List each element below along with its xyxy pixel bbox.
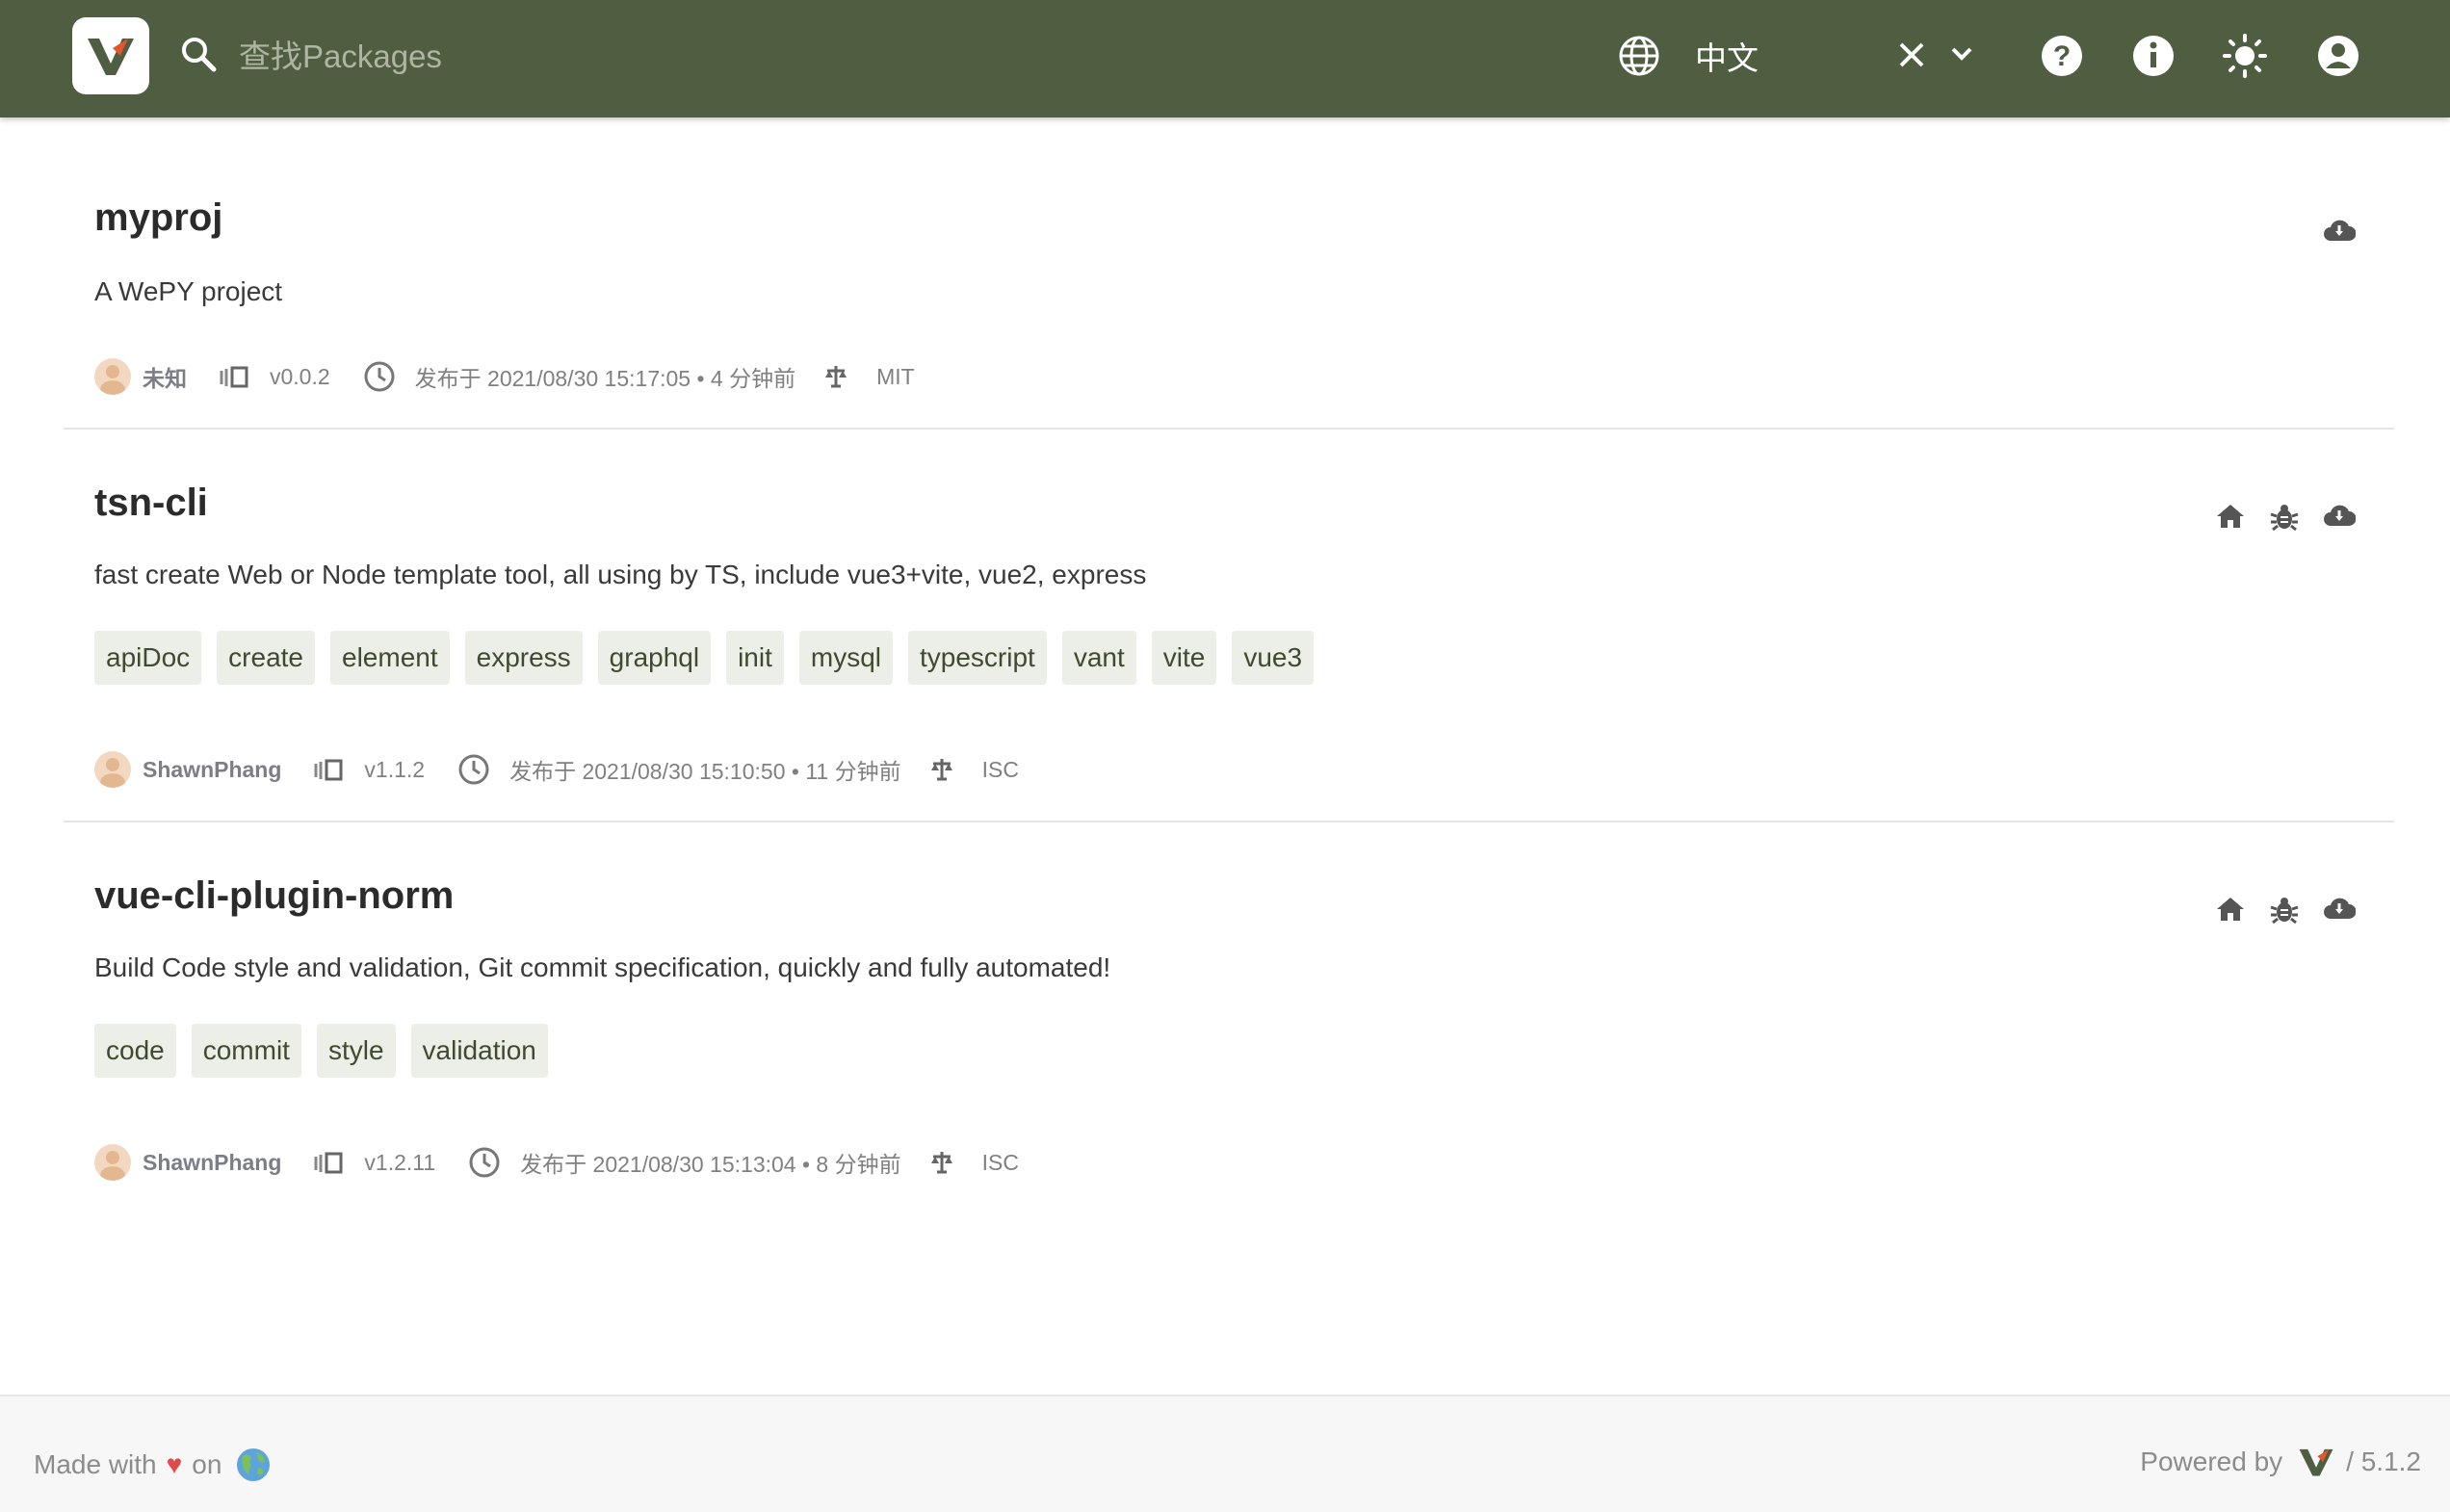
- keyword-tag[interactable]: create: [217, 631, 315, 685]
- svg-text:?: ?: [2053, 40, 2071, 72]
- package-description: fast create Web or Node template tool, a…: [94, 560, 1147, 589]
- download-icon[interactable]: [2323, 218, 2357, 248]
- logo[interactable]: [72, 17, 149, 94]
- license-icon: [824, 364, 847, 389]
- keyword-tag[interactable]: style: [316, 1024, 396, 1078]
- home-icon[interactable]: [2215, 896, 2246, 929]
- package-card[interactable]: myproj A WePY project 未知 v0.0.2 发布于 2021…: [64, 117, 2394, 430]
- package-version: v0.0.2: [270, 363, 330, 389]
- keyword-list: apiDoc create element express graphql in…: [94, 631, 1315, 685]
- clock-icon: [363, 360, 396, 393]
- keyword-tag[interactable]: apiDoc: [94, 631, 202, 685]
- keyword-tag[interactable]: vite: [1151, 631, 1217, 685]
- heart-icon: ♥: [166, 1449, 183, 1479]
- publish-time: 发布于 2021/08/30 15:13:04 • 8 分钟前: [520, 1152, 901, 1177]
- package-card[interactable]: tsn-cli fast create Web or Node template…: [64, 428, 2394, 822]
- keyword-tag[interactable]: vue3: [1232, 631, 1315, 685]
- license-icon: [930, 757, 953, 782]
- package-license: MIT: [876, 363, 915, 389]
- avatar: [94, 358, 131, 395]
- author-name[interactable]: 未知: [143, 360, 187, 393]
- package-actions: [2323, 218, 2357, 248]
- on-text: on: [192, 1449, 222, 1479]
- keyword-tag[interactable]: typescript: [908, 631, 1047, 685]
- keyword-tag[interactable]: commit: [191, 1024, 301, 1078]
- version-icon: [312, 758, 345, 781]
- keyword-tag[interactable]: mysql: [798, 631, 893, 685]
- chevron-down-icon[interactable]: [1949, 44, 1974, 68]
- avatar: [94, 1144, 131, 1181]
- package-license: ISC: [981, 756, 1019, 782]
- footer: Made with ♥ on Powered by / 5.1.2: [0, 1395, 2450, 1512]
- package-name[interactable]: myproj: [94, 196, 222, 240]
- help-icon[interactable]: ?: [2040, 34, 2084, 83]
- package-card[interactable]: vue-cli-plugin-norm Build Code style and…: [64, 821, 2394, 1225]
- home-icon[interactable]: [2215, 503, 2246, 536]
- footer-powered: Powered by / 5.1.2: [2140, 1447, 2421, 1477]
- publish-time: 发布于 2021/08/30 15:10:50 • 11 分钟前: [509, 759, 901, 784]
- download-icon[interactable]: [2323, 503, 2357, 536]
- close-icon[interactable]: [1897, 40, 1926, 74]
- package-meta: ShawnPhang v1.2.11 发布于 2021/08/30 15:13:…: [94, 1144, 1019, 1181]
- package-meta: ShawnPhang v1.1.2 发布于 2021/08/30 15:10:5…: [94, 751, 1019, 788]
- author-name[interactable]: ShawnPhang: [143, 757, 281, 783]
- powered-by-text: Powered by: [2140, 1447, 2283, 1476]
- author-name[interactable]: ShawnPhang: [143, 1150, 281, 1176]
- version-icon: [218, 365, 250, 388]
- package-description: Build Code style and validation, Git com…: [94, 952, 1111, 982]
- keyword-list: code commit style validation: [94, 1024, 548, 1078]
- keyword-tag[interactable]: element: [330, 631, 450, 685]
- clock-icon: [457, 753, 490, 786]
- keyword-tag[interactable]: init: [726, 631, 784, 685]
- keyword-tag[interactable]: vant: [1061, 631, 1136, 685]
- globe-icon: [1618, 35, 1660, 82]
- keyword-tag[interactable]: graphql: [597, 631, 712, 685]
- package-version: v1.1.2: [364, 756, 426, 782]
- bug-icon[interactable]: [2269, 503, 2300, 536]
- package-actions: [2215, 503, 2357, 536]
- language-select[interactable]: 中文: [1695, 33, 1759, 79]
- search-icon[interactable]: [179, 35, 218, 78]
- bug-icon[interactable]: [2269, 896, 2300, 929]
- version-icon: [312, 1151, 345, 1174]
- app-version: / 5.1.2: [2346, 1447, 2421, 1476]
- package-name[interactable]: tsn-cli: [94, 482, 208, 525]
- footer-credit: Made with ♥ on: [34, 1447, 272, 1483]
- package-name[interactable]: vue-cli-plugin-norm: [94, 874, 454, 918]
- earth-icon: [235, 1447, 272, 1483]
- info-icon[interactable]: [2131, 34, 2176, 83]
- license-icon: [930, 1150, 953, 1175]
- package-actions: [2215, 896, 2357, 929]
- package-meta: 未知 v0.0.2 发布于 2021/08/30 15:17:05 • 4 分钟…: [94, 358, 915, 395]
- keyword-tag[interactable]: code: [94, 1024, 176, 1078]
- theme-icon[interactable]: [2223, 34, 2267, 83]
- top-bar: 中文 ?: [0, 0, 2450, 117]
- avatar: [94, 751, 131, 788]
- verdaccio-logo[interactable]: [2298, 1447, 2334, 1477]
- made-with-text: Made with: [34, 1449, 157, 1479]
- search-input[interactable]: [237, 29, 1493, 85]
- package-description: A WePY project: [94, 276, 283, 306]
- account-icon[interactable]: [2316, 34, 2360, 83]
- keyword-tag[interactable]: express: [464, 631, 583, 685]
- publish-time: 发布于 2021/08/30 15:17:05 • 4 分钟前: [414, 366, 796, 391]
- keyword-tag[interactable]: validation: [410, 1024, 548, 1078]
- clock-icon: [468, 1146, 501, 1179]
- download-icon[interactable]: [2323, 896, 2357, 929]
- package-license: ISC: [981, 1149, 1019, 1175]
- package-version: v1.2.11: [364, 1149, 436, 1175]
